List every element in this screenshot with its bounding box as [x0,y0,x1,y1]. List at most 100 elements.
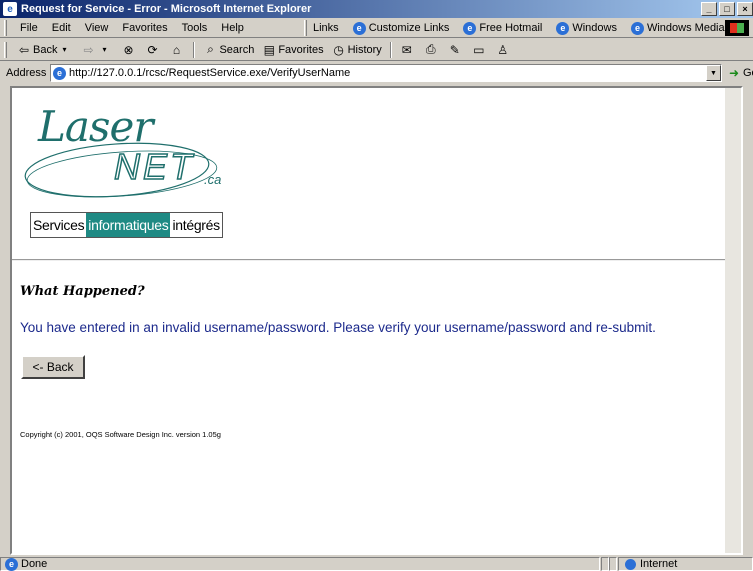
windows-logo-icon [725,20,749,36]
tagline-part: intégrés [172,217,220,233]
stop-icon: ⊗ [123,42,134,57]
refresh-button[interactable]: ⟳ [141,43,165,57]
forward-arrow-icon: ⇨ [83,42,94,57]
horizontal-rule [12,259,727,261]
favorites-label: Favorites [278,43,324,56]
error-message: You have entered in an invalid username/… [20,320,656,335]
favorites-icon: ▤ [263,42,275,57]
error-heading: What Happened? [20,284,145,299]
ie-page-icon: e [53,66,66,80]
logo-suffix: .ca [204,172,222,187]
mail-icon: ✉ [401,42,412,57]
mail-button[interactable]: ✉ [396,43,420,57]
dropdown-arrow-icon: ▾ [62,45,67,54]
ie-page-icon: e [556,21,570,35]
menu-tools[interactable]: Tools [175,22,215,34]
favorites-button[interactable]: ▤ Favorites [258,43,327,57]
address-field[interactable]: e ▼ [50,64,722,82]
menu-edit[interactable]: Edit [45,22,78,34]
link-label: Windows [572,22,617,34]
zone-label: Internet [640,558,678,570]
browser-viewport: Laser NET .ca Services informatiques int… [10,86,743,555]
link-label: Free Hotmail [479,22,543,34]
forward-nav-button[interactable]: ⇨ ▾ [77,43,117,57]
status-text: Done [21,558,48,570]
address-bar: Address e ▼ ➜ Go [0,62,753,84]
lasernet-logo: Laser NET .ca Services informatiques int… [22,98,223,238]
minimize-button[interactable]: _ [701,2,717,16]
print-button[interactable]: ⎙ [420,42,444,57]
back-nav-button[interactable]: ⇦ Back ▾ [13,43,77,57]
menu-file[interactable]: File [13,22,45,34]
links-label[interactable]: Links [313,22,339,34]
home-button[interactable]: ⌂ [165,43,189,57]
links-grip[interactable] [304,20,307,36]
menu-favorites[interactable]: Favorites [115,22,174,34]
toolbar-grip[interactable] [4,19,7,36]
go-button[interactable]: ➜ Go [727,66,753,80]
window-titlebar[interactable]: e Request for Service - Error - Microsof… [0,0,753,18]
ie-page-icon: e [463,21,477,35]
back-nav-label: Back [33,43,58,56]
tagline-highlight: informatiques [86,213,171,237]
status-pane [601,557,609,571]
link-label: Customize Links [368,22,450,34]
ie-app-icon: e [3,2,17,16]
history-label: History [347,43,382,56]
history-icon: ◷ [333,42,344,57]
status-main-pane: e Done [0,557,600,571]
copyright-text: Copyright (c) 2001, OQS Software Design … [20,430,221,439]
menubar: File Edit View Favorites Tools Help Link… [0,18,753,38]
link-free-hotmail[interactable]: e Free Hotmail [463,21,543,35]
link-windows-media[interactable]: e Windows Media [630,21,725,35]
link-customize-links[interactable]: e Customize Links [352,21,450,35]
address-input[interactable] [69,67,689,79]
logo-word-laser: Laser [38,102,153,151]
messenger-button[interactable]: ♙ [492,43,516,57]
standard-toolbar: ⇦ Back ▾ ⇨ ▾ ⊗ ⟳ ⌂ ⌕ Search ▤ Favorites … [0,39,753,61]
close-button[interactable]: × [737,2,753,16]
back-arrow-icon: ⇦ [18,42,30,57]
back-button[interactable]: <- Back [21,355,85,379]
discuss-icon: ▭ [473,42,485,57]
maximize-button[interactable]: □ [719,2,735,16]
messenger-icon: ♙ [497,42,509,57]
ie-page-icon: e [5,557,18,571]
links-bar: Links e Customize Links e Free Hotmail e… [300,18,739,38]
search-icon: ⌕ [207,42,214,56]
print-icon: ⎙ [426,42,436,56]
address-dropdown-icon[interactable]: ▼ [706,65,721,81]
logo-tagline: Services informatiques intégrés [30,212,223,238]
link-windows[interactable]: e Windows [556,21,617,35]
security-zone-pane: Internet [618,557,753,571]
edit-icon: ✎ [449,42,460,57]
menu-help[interactable]: Help [214,22,251,34]
globe-icon [625,558,636,570]
toolbar-separator [389,41,392,58]
status-bar: e Done Internet [0,557,753,571]
go-arrow-icon: ➜ [728,66,740,80]
ie-page-icon: e [630,21,644,35]
window-title: Request for Service - Error - Microsoft … [21,3,312,15]
edit-button[interactable]: ✎ [444,43,468,57]
dropdown-arrow-icon: ▾ [102,45,107,54]
toolbar-grip[interactable] [4,41,7,58]
tagline-part: Services [33,217,85,233]
home-icon: ⌂ [172,42,181,57]
search-button[interactable]: ⌕ Search [199,42,258,57]
logo-word-net: NET [113,145,195,188]
ie-page-icon: e [352,21,366,35]
search-label: Search [219,43,255,56]
menu-view[interactable]: View [78,22,116,34]
vertical-scrollbar[interactable] [725,88,741,553]
status-pane [609,557,617,571]
window-controls: _ □ × [701,2,753,16]
history-button[interactable]: ◷ History [328,43,386,57]
go-label: Go [743,67,753,79]
toolbar-separator [193,41,196,58]
discuss-button[interactable]: ▭ [468,43,492,57]
stop-button[interactable]: ⊗ [117,43,141,57]
refresh-icon: ⟳ [147,42,158,57]
link-label: Windows Media [646,22,725,34]
address-label: Address [6,67,47,79]
